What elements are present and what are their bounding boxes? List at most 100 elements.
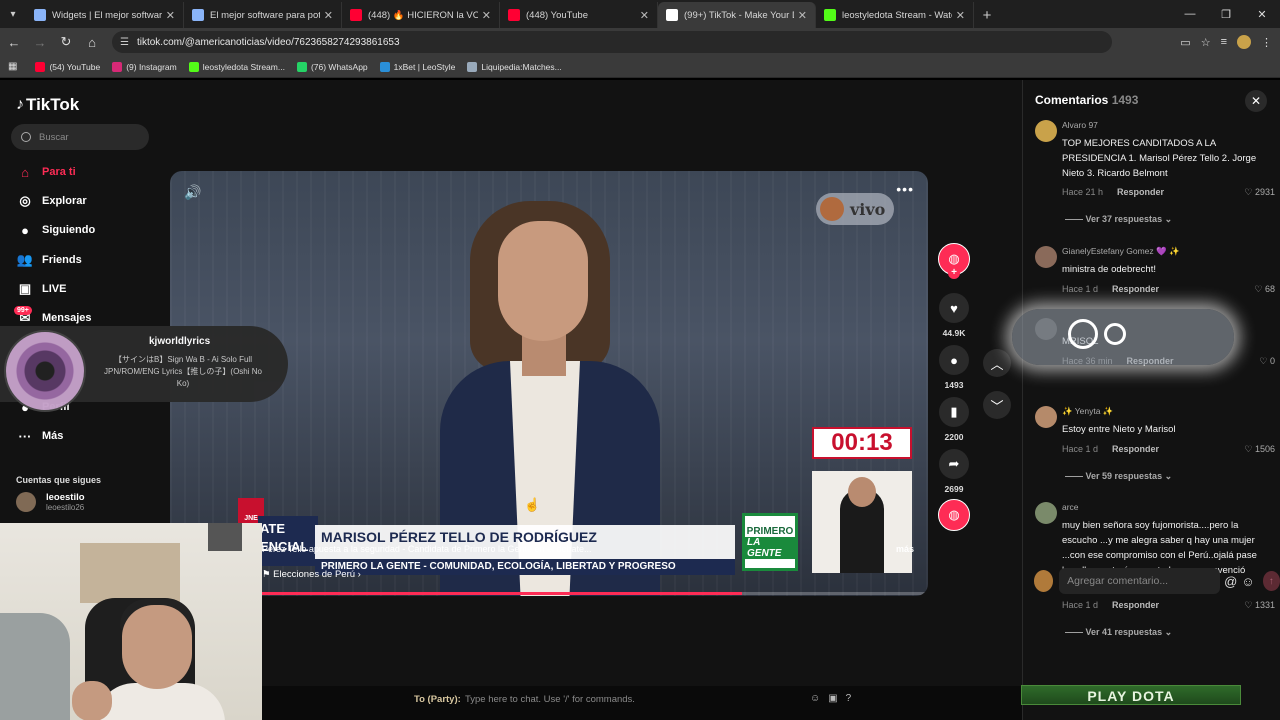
- browser-tab[interactable]: (448) YouTube ✕: [500, 2, 658, 28]
- creator-avatar[interactable]: ◍ +: [937, 243, 971, 279]
- site-info-icon[interactable]: ☰: [120, 37, 129, 48]
- view-replies-button[interactable]: —— Ver 37 respuestas ⌄: [1065, 214, 1172, 225]
- avatar[interactable]: [1035, 406, 1057, 428]
- avatar: [1034, 570, 1054, 592]
- tab-close-icon[interactable]: ✕: [166, 9, 175, 22]
- reload-icon[interactable]: ↻: [54, 30, 78, 54]
- elections-link[interactable]: ⚑ Elecciones de Perú ›: [262, 569, 361, 580]
- comment-like-count: 0: [1269, 356, 1275, 366]
- bookmark-item[interactable]: Liquipedia:Matches...: [467, 61, 562, 72]
- comment-button[interactable]: ● 1493: [937, 345, 971, 390]
- followed-user[interactable]: leoestilo leoestilo26: [16, 492, 85, 512]
- tab-close-icon[interactable]: ✕: [640, 9, 649, 22]
- reply-button[interactable]: Responder: [1112, 600, 1159, 610]
- game-chat-bar[interactable]: To (Party): Type here to chat. Use '/' f…: [262, 686, 1022, 720]
- apps-grid-icon[interactable]: ▦: [8, 61, 17, 72]
- play-dota-button[interactable]: PLAY DOTA: [1021, 685, 1241, 705]
- browser-tab[interactable]: Widgets | El mejor software pa ✕: [26, 2, 184, 28]
- send-icon[interactable]: ↑: [1262, 571, 1280, 591]
- comment-like-button[interactable]: ♡ 2931: [1244, 187, 1275, 198]
- tab-search-icon[interactable]: ▾: [0, 0, 26, 28]
- video-player[interactable]: 🔊 ••• vivo 00:13 JNE ATE ENCIAL MARISOL P…: [170, 171, 928, 596]
- browser-tab[interactable]: (99+) TikTok - Make Your Da ✕: [658, 2, 816, 28]
- comment-meta: Hace 21 h Responder: [1062, 187, 1164, 197]
- browser-tab[interactable]: El mejor software para potencia ✕: [184, 2, 342, 28]
- close-comments-icon[interactable]: ✕: [1245, 90, 1267, 112]
- reply-button[interactable]: Responder: [1117, 187, 1164, 197]
- url-field[interactable]: ☰ tiktok.com/@americanoticias/video/7623…: [112, 31, 1112, 53]
- comment-username[interactable]: arce: [1062, 502, 1079, 512]
- like-button[interactable]: ♥ 44.9K: [937, 293, 971, 338]
- tab-close-icon[interactable]: ✕: [956, 9, 965, 22]
- cast-icon[interactable]: ▭: [1180, 36, 1190, 49]
- bookmark-star-icon[interactable]: ☆: [1201, 36, 1211, 49]
- comment-username[interactable]: Alvaro 97: [1062, 120, 1098, 130]
- comment-username[interactable]: GianelyEstefany Gomez 💜 ✨: [1062, 246, 1180, 257]
- sidebar-item-para-ti[interactable]: ⌂ Para ti: [16, 163, 76, 181]
- comment-like-button[interactable]: ♡ 1506: [1244, 444, 1275, 455]
- next-video-button[interactable]: ﹀: [983, 391, 1011, 419]
- sidebar-item-explorar[interactable]: ◎ Explorar: [16, 192, 86, 210]
- follow-plus-icon[interactable]: +: [948, 267, 960, 279]
- chat-emoji-icon[interactable]: ☺: [810, 693, 820, 704]
- back-icon[interactable]: ←: [2, 30, 26, 54]
- debate-label: ATE ENCIAL: [258, 516, 318, 566]
- sidebar-item-m-s[interactable]: ··· Más: [16, 427, 64, 445]
- comment-meta: Hace 1 d Responder: [1062, 600, 1159, 610]
- comment-like-button[interactable]: ♡ 0: [1259, 356, 1275, 367]
- forward-icon[interactable]: →: [28, 30, 52, 54]
- tab-close-icon[interactable]: ✕: [482, 9, 491, 22]
- chat-input[interactable]: Type here to chat. Use '/' for commands.: [465, 694, 635, 705]
- previous-video-button[interactable]: ︿: [983, 349, 1011, 377]
- sidebar-item-friends[interactable]: 👥 Friends: [16, 251, 82, 269]
- address-bar-row: ← → ↻ ⌂ ☰ tiktok.com/@americanoticias/vi…: [0, 28, 1280, 56]
- profile-avatar-icon[interactable]: [1237, 35, 1251, 49]
- bookmark-item[interactable]: (9) Instagram: [112, 61, 177, 72]
- mention-icon[interactable]: @: [1224, 574, 1237, 589]
- tab-close-icon[interactable]: ✕: [324, 9, 333, 22]
- volume-icon[interactable]: 🔊: [184, 184, 201, 201]
- restore-icon[interactable]: ❐: [1208, 0, 1244, 28]
- reply-button[interactable]: Responder: [1112, 284, 1159, 294]
- comment-username[interactable]: ✨ Yenyta ✨: [1062, 406, 1113, 417]
- video-caption: Pérez Tello apuesta a la seguridad - Can…: [262, 544, 592, 554]
- reply-button[interactable]: Responder: [1112, 444, 1159, 454]
- bookmark-item[interactable]: leostyledota Stream...: [188, 61, 285, 72]
- avatar[interactable]: [1035, 246, 1057, 268]
- caption-more-link[interactable]: más: [896, 544, 914, 554]
- view-replies-button[interactable]: —— Ver 41 respuestas ⌄: [1065, 627, 1172, 638]
- bookmark-item[interactable]: (54) YouTube: [35, 61, 100, 72]
- share-button[interactable]: ➦ 2699: [937, 449, 971, 494]
- close-window-icon[interactable]: ✕: [1244, 0, 1280, 28]
- comment-input[interactable]: Agregar comentario...: [1059, 568, 1221, 594]
- avatar[interactable]: [1035, 502, 1057, 524]
- sidebar-item-siguiendo[interactable]: ● Siguiendo: [16, 221, 95, 239]
- comment-like-button[interactable]: ♡ 1331: [1244, 600, 1275, 611]
- bookmark-item[interactable]: 1xBet | LeoStyle: [379, 61, 455, 72]
- tab-close-icon[interactable]: ✕: [798, 9, 807, 22]
- music-popup[interactable]: kjworldlyrics 【サインはB】Sign Wa B - Ai Solo…: [0, 326, 288, 412]
- video-more-icon[interactable]: •••: [896, 181, 914, 197]
- media-icon[interactable]: ≡: [1221, 36, 1227, 48]
- browser-menu-icon[interactable]: ⋮: [1261, 36, 1272, 49]
- tiktok-logo[interactable]: ♪ TikTok: [16, 95, 79, 115]
- comment-like-button[interactable]: ♡ 68: [1254, 284, 1275, 295]
- video-progress[interactable]: [262, 592, 928, 595]
- save-button[interactable]: ▮ 2200: [937, 397, 971, 442]
- chat-wheel-icon[interactable]: ▣: [828, 693, 837, 704]
- browser-tab[interactable]: leostyledota Stream - Watch Li ✕: [816, 2, 974, 28]
- chat-help-icon[interactable]: ?: [846, 693, 852, 704]
- new-tab-button[interactable]: +: [974, 2, 1000, 28]
- music-disc-button[interactable]: ◍: [937, 499, 971, 531]
- minimize-icon[interactable]: —: [1172, 0, 1208, 28]
- home-icon[interactable]: ⌂: [80, 30, 104, 54]
- search-input[interactable]: Buscar: [11, 124, 149, 150]
- avatar[interactable]: [1035, 120, 1057, 142]
- view-replies-button[interactable]: —— Ver 59 respuestas ⌄: [1065, 471, 1172, 482]
- bookmark-item[interactable]: (76) WhatsApp: [296, 61, 368, 72]
- browser-tab[interactable]: (448) 🔥 HICIERON la VOLTIS 🤯 ✕: [342, 2, 500, 28]
- sticker-effect: [1012, 309, 1234, 365]
- debate-timer: 00:13: [812, 427, 912, 459]
- emoji-icon[interactable]: ☺: [1241, 574, 1254, 589]
- sidebar-item-live[interactable]: ▣ LIVE: [16, 280, 67, 298]
